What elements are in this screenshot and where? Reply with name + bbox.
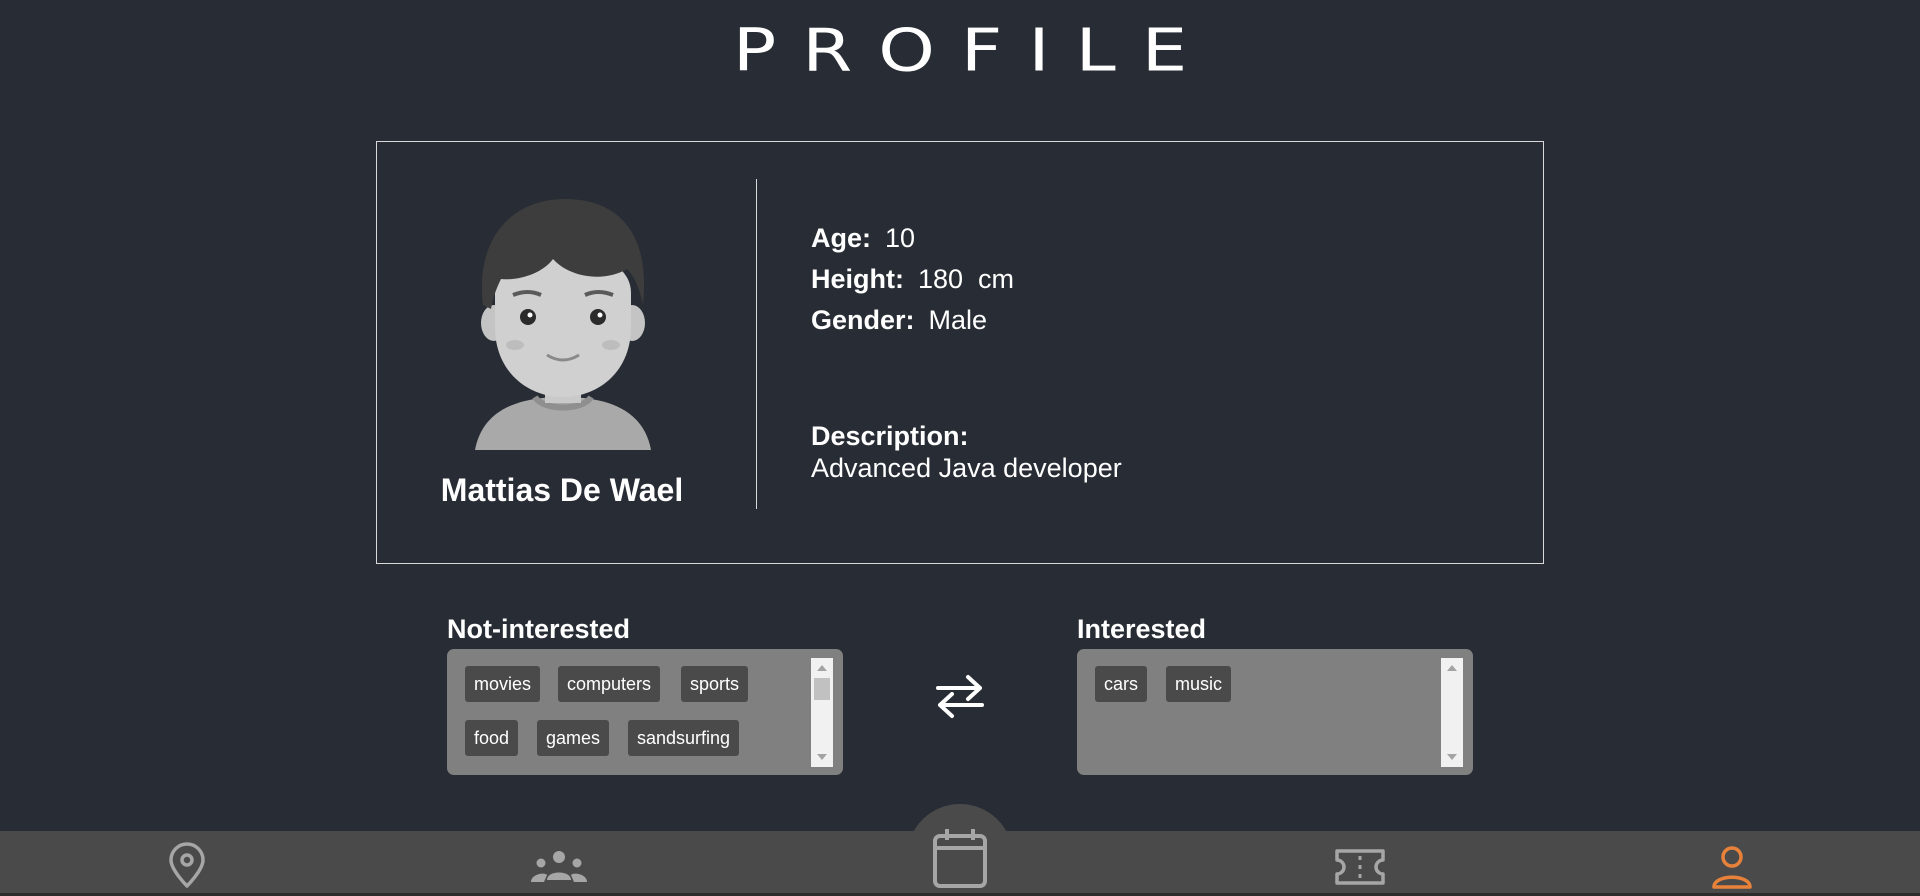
gender-value: Male bbox=[928, 305, 988, 335]
card-divider bbox=[756, 179, 757, 509]
user-name: Mattias De Wael bbox=[440, 472, 684, 508]
tag-food[interactable]: food bbox=[465, 720, 519, 756]
not-interested-title: Not-interested bbox=[447, 614, 631, 644]
description-label: Description: bbox=[811, 421, 969, 451]
interested-scrollbar[interactable] bbox=[1441, 658, 1463, 767]
tag-sports[interactable]: sports bbox=[681, 666, 749, 702]
avatar bbox=[473, 197, 653, 592]
tag-cars[interactable]: cars bbox=[1095, 666, 1148, 702]
ticket-icon[interactable] bbox=[1334, 848, 1386, 886]
scroll-down-arrow-icon[interactable] bbox=[1447, 754, 1457, 760]
tag-sandsurfing[interactable]: sandsurfing bbox=[628, 720, 740, 756]
scroll-down-arrow-icon[interactable] bbox=[817, 754, 827, 760]
height-value: 180 cm bbox=[917, 264, 1015, 294]
age-value: 10 bbox=[885, 223, 916, 253]
not-interested-scrollbar[interactable] bbox=[811, 658, 833, 767]
location-pin-icon[interactable] bbox=[163, 842, 211, 890]
group-people-icon[interactable] bbox=[530, 848, 588, 886]
scroll-up-arrow-icon[interactable] bbox=[1447, 665, 1457, 671]
profile-info: Age: 10 Height: 180 cm Gender: Male bbox=[811, 218, 1014, 341]
swap-arrows-icon[interactable] bbox=[934, 672, 986, 720]
tag-movies[interactable]: movies bbox=[465, 666, 541, 702]
gender-row: Gender: Male bbox=[811, 300, 1014, 341]
interested-box[interactable]: cars music bbox=[1077, 649, 1473, 775]
tag-music[interactable]: music bbox=[1166, 666, 1232, 702]
tag-computers[interactable]: computers bbox=[558, 666, 661, 702]
scroll-up-arrow-icon[interactable] bbox=[817, 665, 827, 671]
height-label: Height: bbox=[811, 264, 904, 294]
page-title: PROFILE bbox=[732, 15, 1214, 85]
height-row: Height: 180 cm bbox=[811, 259, 1014, 300]
gender-label: Gender: bbox=[811, 305, 915, 335]
user-profile-icon[interactable] bbox=[1710, 844, 1754, 890]
calendar-icon[interactable] bbox=[930, 826, 990, 890]
boy-avatar-icon bbox=[475, 199, 651, 450]
not-interested-box[interactable]: movies computers sports food games sands… bbox=[447, 649, 843, 775]
age-row: Age: 10 bbox=[811, 218, 1014, 259]
interested-title: Interested bbox=[1077, 614, 1207, 644]
age-label: Age: bbox=[811, 223, 871, 253]
profile-card: Mattias De Wael Age: 10 Height: 180 cm Gen… bbox=[376, 141, 1544, 564]
tag-games[interactable]: games bbox=[537, 720, 610, 756]
description-value: Advanced Java developer bbox=[811, 453, 1122, 483]
scroll-thumb[interactable] bbox=[814, 678, 830, 700]
